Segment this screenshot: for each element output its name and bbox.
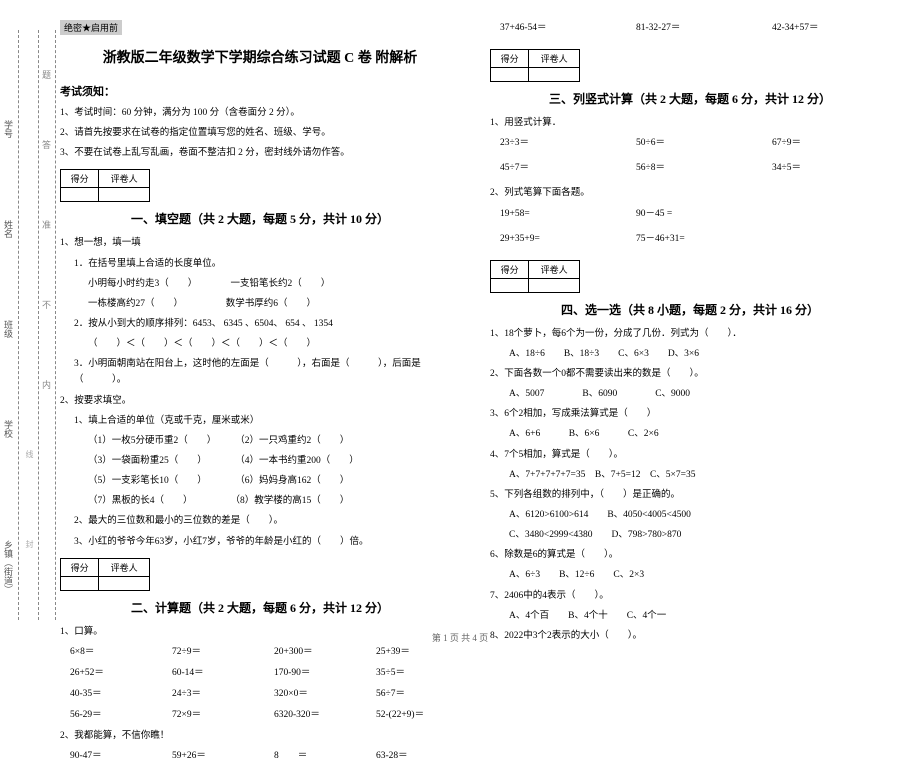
margin-no: 不 (40, 300, 53, 309)
s4-q6: 6、除数是6的算式是（ ）。 (490, 547, 890, 563)
s4-q3-opt: A、6+6 B、6×6 C、2×6 (490, 426, 890, 442)
margin-township: 乡镇（街道） (2, 540, 15, 594)
s3-q1: 1、用竖式计算． (490, 115, 890, 131)
margin-note-xian: 线 (24, 450, 35, 458)
section-3-title: 三、列竖式计算（共 2 大题，每题 6 分，共计 12 分） (490, 90, 890, 107)
margin-zhun: 准 (40, 220, 53, 229)
margin-ti: 题 (40, 70, 53, 79)
s1-q1-2: 2．按从小到大的顺序排列：6453、 6345 、6504、 654 、 135… (60, 316, 460, 332)
s1-q2-1c: （5）一支彩笔长10（ ） （6）妈妈身高162（ ） (60, 473, 460, 489)
margin-inner: 内 (40, 380, 53, 389)
calc-row-3: 40-35＝24÷3＝320×0＝56÷7＝ (60, 686, 460, 703)
s4-q4: 4、7个5相加，算式是（ ）。 (490, 447, 890, 463)
section-2-title: 二、计算题（共 2 大题，每题 6 分，共计 12 分） (60, 599, 460, 616)
instruction-3: 3、不要在试卷上乱写乱画，卷面不整洁扣 2 分，密封线外请勿作答。 (60, 145, 460, 161)
margin-da: 答 (40, 140, 53, 149)
secret-label: 绝密★启用前 (60, 20, 122, 35)
s1-q2-1d: （7）黑板的长4（ ） （8）教学楼的高15（ ） (60, 493, 460, 509)
s3-r4: 29+35+9=75－46+31= (490, 231, 890, 248)
fold-line-2 (38, 30, 39, 620)
s1-q2-1b: （3）一袋面粉重25（ ） （4）一本书约重200（ ） (60, 453, 460, 469)
s4-q6-opt: A、6÷3 B、12÷6 C、2×3 (490, 567, 890, 583)
score-header: 得分 (61, 170, 99, 188)
instructions-heading: 考试须知： (60, 83, 460, 99)
calc-row-6: 37+46-54＝81-32-27＝42-34+57＝ (490, 20, 890, 37)
left-column: 绝密★启用前 浙教版二年级数学下学期综合练习试题 C 卷 附解析 考试须知： 1… (60, 20, 460, 610)
s1-q2: 2、按要求填空。 (60, 393, 460, 409)
margin-school: 学校 (2, 420, 15, 438)
s3-r3: 19+58=90－45 = (490, 206, 890, 223)
s1-q1-3: 3．小明面朝南站在阳台上，这时他的左面是（ ），右面是（ ），后面是（ ）。 (60, 356, 460, 388)
section-1-title: 一、填空题（共 2 大题，每题 5 分，共计 10 分） (60, 210, 460, 227)
calc-row-4: 56-29＝72×9＝6320-320＝52-(22+9)＝ (60, 707, 460, 724)
s2-q2: 2、我都能算，不信你瞧！ (60, 728, 460, 744)
fold-line-1 (18, 30, 19, 620)
page-footer: 第 1 页 共 4 页 (0, 631, 920, 644)
s3-r1: 23÷3＝50÷6＝67÷9＝ (490, 135, 890, 152)
margin-note-feng: 封 (24, 540, 35, 548)
s4-q4-opt: A、7+7+7+7+7=35 B、7+5=12 C、5×7=35 (490, 467, 890, 483)
fold-line-3 (55, 30, 56, 620)
instruction-2: 2、请首先按要求在试卷的指定位置填写您的姓名、班级、学号。 (60, 125, 460, 141)
calc-row-2: 26+52＝60-14＝170-90＝35÷5＝ (60, 665, 460, 682)
s4-q2-opt: A、5007 B、6090 C、9000 (490, 386, 890, 402)
score-cell (61, 188, 99, 202)
s1-q2-1: 1、填上合适的单位（克或千克，厘米或米） (60, 413, 460, 429)
s4-q1: 1、18个萝卜，每6个为一份，分成了几份．列式为（ ）． (490, 326, 890, 342)
score-box-1: 得分评卷人 (60, 169, 150, 202)
margin-id: 学号 (2, 120, 15, 138)
grader-cell (99, 188, 150, 202)
s4-q5: 5、下列各组数的排列中，（ ）是正确的。 (490, 487, 890, 503)
s3-q2: 2、列式笔算下面各题。 (490, 185, 890, 201)
binding-margin: 乡镇（街道） 学校 班级 姓名 学号 封 线 内 不 准 答 题 (0, 0, 58, 650)
s4-q5-opt1: A、6120>6100>614 B、4050<4005<4500 (490, 507, 890, 523)
s4-q5-opt2: C、3480<2999<4380 D、798>780>870 (490, 527, 890, 543)
s4-q3: 3、6个2相加，写成乘法算式是（ ） (490, 406, 890, 422)
page-content: 绝密★启用前 浙教版二年级数学下学期综合练习试题 C 卷 附解析 考试须知： 1… (0, 0, 920, 620)
calc-row-1: 6×8＝72÷9＝20+300＝25+39＝ (60, 644, 460, 661)
exam-title: 浙教版二年级数学下学期综合练习试题 C 卷 附解析 (60, 47, 460, 67)
s4-q7-opt: A、4个百 B、4个十 C、4个一 (490, 608, 890, 624)
s4-q7: 7、2406中的4表示（ ）。 (490, 588, 890, 604)
s1-q2-2: 2、最大的三位数和最小的三位数的差是（ ）。 (60, 513, 460, 529)
right-column: 37+46-54＝81-32-27＝42-34+57＝ 得分评卷人 三、列竖式计… (490, 20, 890, 610)
s4-q2: 2、下面各数一个0都不需要读出来的数是（ ）。 (490, 366, 890, 382)
score-box-2: 得分评卷人 (60, 558, 150, 591)
s1-q1-1a: 小明每小时约走3（ ） 一支铅笔长约2（ ） (60, 276, 460, 292)
s1-q2-1a: （1）一枚5分硬币重2（ ） （2）一只鸡重约2（ ） (60, 433, 460, 449)
score-box-3: 得分评卷人 (490, 49, 580, 82)
margin-name: 姓名 (2, 220, 15, 238)
calc-row-5: 90-47＝59+26＝8 ＝63-28＝ (60, 748, 460, 765)
s1-q1-2a: （ ）＜（ ）＜（ ）＜（ ）＜（ ） (60, 336, 460, 352)
grader-header: 评卷人 (99, 170, 150, 188)
s1-q1: 1、想一想，填一填 (60, 235, 460, 251)
score-box-4: 得分评卷人 (490, 260, 580, 293)
s1-q1-1: 1．在括号里填上合适的长度单位。 (60, 256, 460, 272)
instruction-1: 1、考试时间：60 分钟，满分为 100 分（含卷面分 2 分）。 (60, 105, 460, 121)
s3-r2: 45÷7＝56÷8＝34÷5＝ (490, 160, 890, 177)
s4-q1-opt: A、18÷6 B、18÷3 C、6×3 D、3×6 (490, 346, 890, 362)
section-4-title: 四、选一选（共 8 小题，每题 2 分，共计 16 分） (490, 301, 890, 318)
s1-q2-3: 3、小红的爷爷今年63岁，小红7岁，爷爷的年龄是小红的（ ）倍。 (60, 534, 460, 550)
s1-q1-1b: 一栋楼高约27（ ） 数学书厚约6（ ） (60, 296, 460, 312)
margin-class: 班级 (2, 320, 15, 338)
